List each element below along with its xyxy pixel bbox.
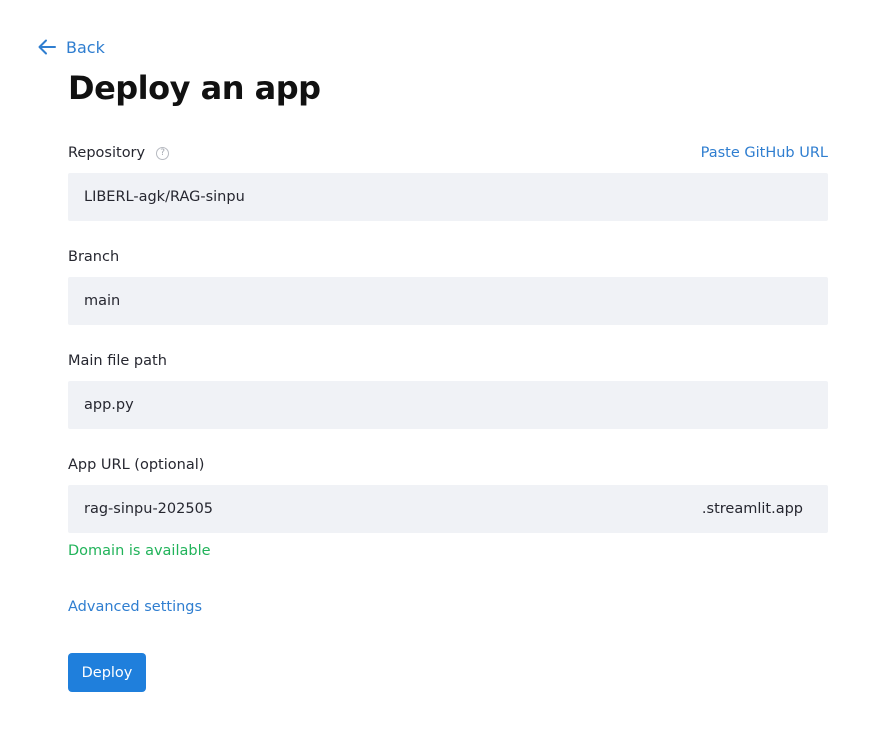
main-file-field[interactable]: [68, 381, 828, 429]
question-circle-icon[interactable]: ?: [156, 146, 170, 160]
back-link[interactable]: Back: [38, 35, 105, 59]
repository-field[interactable]: [68, 173, 828, 221]
main-file-label: Main file path: [68, 353, 167, 369]
app-url-label: App URL (optional): [68, 457, 205, 473]
deploy-button[interactable]: Deploy: [68, 653, 146, 692]
deploy-page: Back Deploy an app Repository ? Paste Gi…: [0, 0, 884, 738]
branch-field[interactable]: [68, 277, 828, 325]
page-title: Deploy an app: [68, 69, 321, 107]
branch-input[interactable]: [84, 293, 584, 309]
paste-github-url-link[interactable]: Paste GitHub URL: [701, 145, 828, 161]
branch-label: Branch: [68, 249, 120, 265]
repository-label-row: Repository ? Paste GitHub URL: [68, 143, 828, 163]
app-url-suffix: .streamlit.app: [701, 501, 803, 517]
main-file-label-row: Main file path: [68, 351, 828, 371]
back-label: Back: [66, 37, 105, 57]
repository-input[interactable]: [84, 189, 584, 205]
main-file-input[interactable]: [84, 397, 584, 413]
arrow-left-icon: [38, 39, 56, 55]
repository-label: Repository: [68, 145, 146, 161]
branch-label-row: Branch: [68, 247, 828, 267]
domain-status-message: Domain is available: [68, 543, 211, 559]
repository-label-group: Repository ?: [68, 145, 170, 161]
advanced-settings-link[interactable]: Advanced settings: [68, 599, 202, 615]
app-url-input[interactable]: [84, 501, 584, 517]
app-url-label-row: App URL (optional): [68, 455, 828, 475]
app-url-field[interactable]: .streamlit.app: [68, 485, 828, 533]
